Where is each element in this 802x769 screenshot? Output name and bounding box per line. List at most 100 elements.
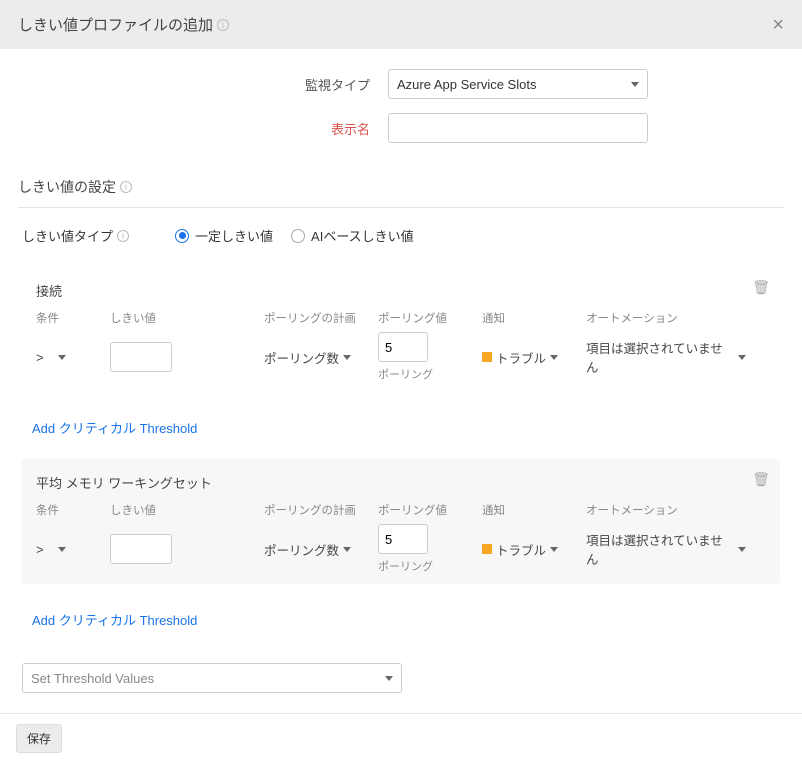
save-button[interactable]: 保存 — [16, 724, 62, 753]
radio-fixed-threshold[interactable]: 一定しきい値 — [175, 226, 273, 245]
threshold-input[interactable] — [110, 534, 172, 564]
cond-cell: > — [36, 350, 106, 365]
status-icon — [482, 352, 492, 362]
chevron-down-icon — [550, 547, 558, 552]
dialog-footer: 保存 — [0, 713, 802, 769]
automation-value: 項目は選択されていません — [586, 338, 734, 376]
radio-icon — [175, 229, 189, 243]
display-name-input[interactable] — [388, 113, 648, 143]
notify-cell: トラブル — [482, 540, 582, 559]
notify-select[interactable]: トラブル — [482, 540, 558, 559]
col-poll-plan: ポーリングの計画 — [264, 502, 374, 518]
col-poll-plan: ポーリングの計画 — [264, 310, 374, 326]
poll-plan-value: ポーリング数 — [264, 348, 339, 367]
monitor-type-value: Azure App Service Slots — [397, 77, 536, 92]
close-button[interactable]: × — [772, 15, 784, 35]
info-icon[interactable]: i — [120, 181, 132, 193]
block-title: 接続 — [36, 281, 766, 300]
col-poll-value: ポーリング値 — [378, 502, 478, 518]
chevron-down-icon — [343, 547, 351, 552]
threshold-settings-section: しきい値の設定 i しきい値タイプ i 一定しきい値 AIベースしきい値 接続 … — [0, 167, 802, 657]
poll-unit: ポーリング — [378, 366, 433, 382]
automation-cell: 項目は選択されていません — [586, 530, 746, 568]
threshold-type-label: しきい値タイプ i — [22, 226, 129, 245]
poll-value-cell: ポーリング — [378, 524, 478, 574]
poll-plan-select[interactable]: ポーリング数 — [264, 348, 351, 367]
save-button-label: 保存 — [27, 732, 51, 746]
threshold-type-row: しきい値タイプ i 一定しきい値 AIベースしきい値 — [22, 226, 784, 245]
threshold-input[interactable] — [110, 342, 172, 372]
poll-value-input[interactable] — [378, 524, 428, 554]
chevron-down-icon — [58, 547, 66, 552]
set-threshold-row: Set Threshold Values — [22, 663, 780, 693]
monitor-type-label: 監視タイプ — [18, 75, 388, 94]
chevron-down-icon — [738, 355, 746, 360]
monitor-type-select[interactable]: Azure App Service Slots — [388, 69, 648, 99]
col-automation: オートメーション — [586, 502, 746, 518]
col-poll-value: ポーリング値 — [378, 310, 478, 326]
display-name-row: 表示名 — [18, 113, 784, 143]
cond-select[interactable]: > — [36, 350, 66, 365]
threshold-cell — [110, 342, 260, 372]
delete-icon[interactable]: 🗑 — [752, 279, 770, 296]
poll-plan-cell: ポーリング数 — [264, 348, 374, 367]
col-threshold: しきい値 — [110, 310, 260, 326]
col-automation: オートメーション — [586, 310, 746, 326]
radio-ai-label: AIベースしきい値 — [311, 226, 414, 245]
poll-value-input[interactable] — [378, 332, 428, 362]
block-title: 平均 メモリ ワーキングセット — [36, 473, 766, 492]
monitor-type-row: 監視タイプ Azure App Service Slots — [18, 69, 784, 99]
set-threshold-value: Set Threshold Values — [31, 671, 154, 686]
dialog-title-text: しきい値プロファイルの追加 — [18, 14, 213, 35]
chevron-down-icon — [738, 547, 746, 552]
chevron-down-icon — [385, 676, 393, 681]
radio-fixed-label: 一定しきい値 — [195, 226, 273, 245]
dialog-title: しきい値プロファイルの追加 i — [18, 14, 229, 35]
dialog-header: しきい値プロファイルの追加 i × — [0, 0, 802, 49]
threshold-block-0: 接続 🗑 条件 しきい値 ポーリングの計画 ポーリング値 通知 オートメーション… — [22, 267, 780, 392]
threshold-settings-title: しきい値の設定 i — [18, 177, 784, 208]
col-threshold: しきい値 — [110, 502, 260, 518]
threshold-type-label-text: しきい値タイプ — [22, 226, 113, 245]
chevron-down-icon — [550, 355, 558, 360]
notify-value: トラブル — [496, 348, 546, 367]
automation-cell: 項目は選択されていません — [586, 338, 746, 376]
chevron-down-icon — [631, 82, 639, 87]
delete-icon[interactable]: 🗑 — [752, 471, 770, 488]
threshold-grid: 条件 しきい値 ポーリングの計画 ポーリング値 通知 オートメーション > ポー… — [36, 310, 766, 382]
radio-icon — [291, 229, 305, 243]
poll-unit: ポーリング — [378, 558, 433, 574]
poll-plan-cell: ポーリング数 — [264, 540, 374, 559]
chevron-down-icon — [58, 355, 66, 360]
threshold-grid: 条件 しきい値 ポーリングの計画 ポーリング値 通知 オートメーション > ポー… — [36, 502, 766, 574]
radio-ai-threshold[interactable]: AIベースしきい値 — [291, 226, 414, 245]
automation-value: 項目は選択されていません — [586, 530, 734, 568]
col-cond: 条件 — [36, 502, 106, 518]
add-critical-link-0[interactable]: Add クリティカル Threshold — [32, 418, 197, 437]
cond-cell: > — [36, 542, 106, 557]
poll-plan-value: ポーリング数 — [264, 540, 339, 559]
cond-value: > — [36, 350, 44, 365]
threshold-block-1: 平均 メモリ ワーキングセット 🗑 条件 しきい値 ポーリングの計画 ポーリング… — [22, 459, 780, 584]
threshold-settings-title-text: しきい値の設定 — [18, 177, 116, 197]
threshold-cell — [110, 534, 260, 564]
chevron-down-icon — [343, 355, 351, 360]
add-critical-link-1[interactable]: Add クリティカル Threshold — [32, 610, 197, 629]
cond-value: > — [36, 542, 44, 557]
info-icon[interactable]: i — [217, 19, 229, 31]
notify-cell: トラブル — [482, 348, 582, 367]
display-name-label: 表示名 — [18, 119, 388, 138]
notify-value: トラブル — [496, 540, 546, 559]
status-icon — [482, 544, 492, 554]
notify-select[interactable]: トラブル — [482, 348, 558, 367]
col-notify: 通知 — [482, 310, 582, 326]
col-cond: 条件 — [36, 310, 106, 326]
set-threshold-select[interactable]: Set Threshold Values — [22, 663, 402, 693]
poll-value-cell: ポーリング — [378, 332, 478, 382]
col-notify: 通知 — [482, 502, 582, 518]
automation-select[interactable]: 項目は選択されていません — [586, 530, 746, 568]
cond-select[interactable]: > — [36, 542, 66, 557]
automation-select[interactable]: 項目は選択されていません — [586, 338, 746, 376]
info-icon[interactable]: i — [117, 230, 129, 242]
poll-plan-select[interactable]: ポーリング数 — [264, 540, 351, 559]
